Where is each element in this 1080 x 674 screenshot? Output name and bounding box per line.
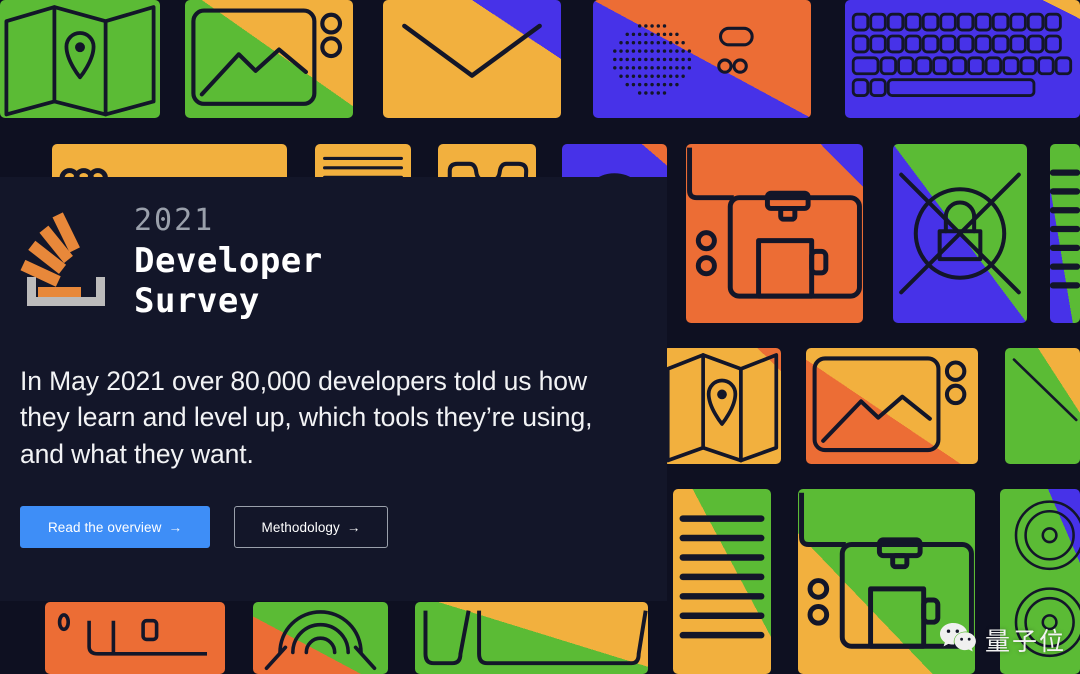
read-the-overview-button[interactable]: Read the overview →: [20, 506, 210, 549]
mosaic-tile-tabs: [415, 602, 648, 674]
stack-overflow-logo-icon: [20, 211, 112, 309]
mosaic-tile-server-rack: [1050, 144, 1080, 323]
read-the-overview-label: Read the overview: [47, 519, 162, 535]
methodology-button[interactable]: Methodology →: [234, 506, 388, 549]
mosaic-tile-keyboard: [845, 0, 1080, 118]
mosaic-tile-diagonal-line: [1005, 348, 1080, 464]
mosaic-tile-map-pin: [0, 0, 160, 118]
brand-row: 2021 Developer Survey: [20, 205, 640, 321]
arrow-right-icon: →: [346, 519, 361, 535]
survey-title: Developer Survey: [134, 241, 323, 321]
hero-button-row: Read the overview → Methodology →: [20, 506, 640, 549]
survey-hero-page: 2021 Developer Survey In May 2021 over 8…: [0, 0, 1080, 674]
survey-title-line2: Survey: [134, 280, 260, 321]
mosaic-tile-envelope: [383, 0, 561, 118]
hero-description: In May 2021 over 80,000 developers told …: [20, 365, 593, 469]
hero-panel: 2021 Developer Survey In May 2021 over 8…: [0, 177, 667, 601]
mosaic-tile-image-chart: [806, 348, 978, 464]
watermark-text: 量子位: [984, 626, 1066, 656]
mosaic-tile-image-chart: [185, 0, 353, 118]
survey-title-line1: Developer: [134, 240, 323, 281]
mosaic-tile-desktop-tower: [686, 144, 863, 323]
survey-year: 2021: [134, 203, 215, 238]
watermark: 量子位: [938, 621, 1066, 658]
mosaic-tile-lock-search: [893, 144, 1027, 323]
arrow-right-icon: →: [168, 519, 183, 535]
methodology-label: Methodology: [261, 519, 340, 535]
wordmark: 2021 Developer Survey: [134, 205, 323, 321]
mosaic-tile-mouse-laptop: [45, 602, 225, 674]
mosaic-tile-server-rack: [673, 489, 771, 674]
mosaic-tile-dots-grid: [593, 0, 811, 118]
mosaic-tile-wifi-signal: [253, 602, 388, 674]
wechat-logo-icon: [938, 621, 978, 658]
mosaic-tile-map-pin: [663, 348, 781, 464]
